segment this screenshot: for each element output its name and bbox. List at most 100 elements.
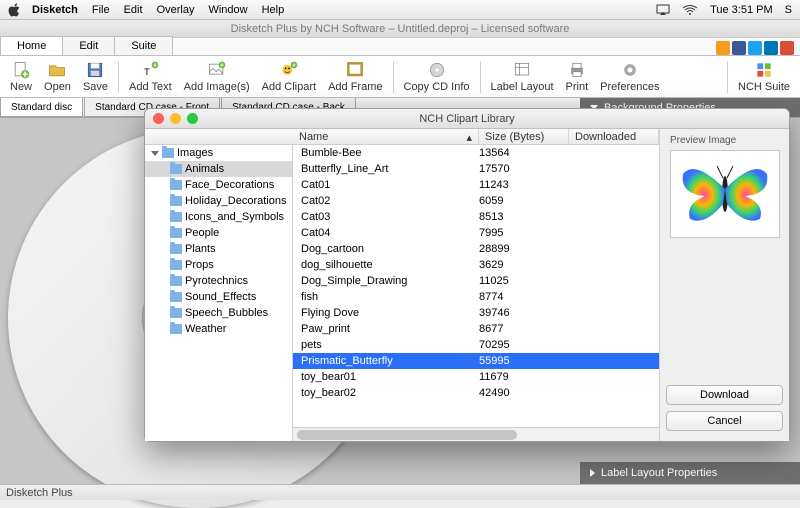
menu-overlay[interactable]: Overlay	[157, 4, 195, 16]
col-size[interactable]: Size (Bytes)	[479, 129, 569, 144]
menu-window[interactable]: Window	[208, 4, 247, 16]
folder-icon	[170, 324, 182, 334]
col-name[interactable]: Name ▴	[293, 129, 479, 144]
horizontal-scrollbar[interactable]	[293, 427, 659, 441]
open-button[interactable]: Open	[38, 57, 77, 97]
preferences-button[interactable]: Preferences	[594, 57, 665, 97]
tab-edit[interactable]: Edit	[62, 36, 115, 55]
menu-help[interactable]: Help	[262, 4, 285, 16]
apple-icon	[8, 3, 22, 17]
list-row[interactable]: Butterfly_Line_Art17570	[293, 161, 659, 177]
list-row[interactable]: Prismatic_Butterfly55995	[293, 353, 659, 369]
tab-suite[interactable]: Suite	[114, 36, 173, 55]
preview-panel: Preview Image Download Cancel	[659, 129, 789, 441]
facebook-icon[interactable]	[732, 41, 746, 55]
dialog-titlebar[interactable]: NCH Clipart Library	[145, 109, 789, 129]
app-menu[interactable]: Disketch	[32, 4, 78, 16]
add-clipart-button[interactable]: Add Clipart	[256, 57, 322, 97]
wifi-icon[interactable]	[682, 5, 698, 15]
tree-item[interactable]: Props	[145, 257, 292, 273]
tree-item[interactable]: Weather	[145, 321, 292, 337]
list-row[interactable]: dog_silhouette3629	[293, 257, 659, 273]
tree-item[interactable]: Pyrotechnics	[145, 273, 292, 289]
close-icon[interactable]	[153, 113, 164, 124]
save-button[interactable]: Save	[77, 57, 114, 97]
list-header[interactable]: Name ▴ Size (Bytes) Downloaded	[293, 129, 659, 145]
tree-item[interactable]: Sound_Effects	[145, 289, 292, 305]
tree-root[interactable]: Images	[145, 145, 292, 161]
list-row[interactable]: Bumble-Bee13564	[293, 145, 659, 161]
like-icon[interactable]	[716, 41, 730, 55]
folder-icon	[170, 228, 182, 238]
menu-file[interactable]: File	[92, 4, 110, 16]
list-row[interactable]: Cat047995	[293, 225, 659, 241]
folder-icon	[170, 244, 182, 254]
tree-item[interactable]: Animals	[145, 161, 292, 177]
window-title: Disketch Plus by NCH Software – Untitled…	[231, 23, 570, 35]
dialog-title: NCH Clipart Library	[145, 113, 789, 125]
nch-suite-button[interactable]: NCH Suite	[732, 57, 796, 97]
folder-icon	[170, 212, 182, 222]
list-row[interactable]: Dog_cartoon28899	[293, 241, 659, 257]
download-button[interactable]: Download	[666, 385, 783, 405]
list-row[interactable]: Cat038513	[293, 209, 659, 225]
tree-item[interactable]: Icons_and_Symbols	[145, 209, 292, 225]
list-row[interactable]: toy_bear0242490	[293, 385, 659, 401]
folder-icon	[170, 276, 182, 286]
twitter-icon[interactable]	[748, 41, 762, 55]
preview-image	[670, 150, 780, 238]
label-layout-header[interactable]: Label Layout Properties	[580, 462, 800, 484]
tree-item[interactable]: Face_Decorations	[145, 177, 292, 193]
toolbar: New Open Save TAdd Text Add Image(s) Add…	[0, 56, 800, 98]
menubar-clock[interactable]: Tue 3:51 PM	[710, 4, 773, 16]
menubar-user[interactable]: S	[785, 4, 792, 16]
copy-cd-button[interactable]: Copy CD Info	[398, 57, 476, 97]
folder-icon	[170, 292, 182, 302]
minimize-icon[interactable]	[170, 113, 181, 124]
clipart-library-dialog: NCH Clipart Library Images AnimalsFace_D…	[144, 108, 790, 442]
tree-item[interactable]: People	[145, 225, 292, 241]
tree-item[interactable]: Plants	[145, 241, 292, 257]
folder-icon	[170, 180, 182, 190]
file-list: Name ▴ Size (Bytes) Downloaded Bumble-Be…	[293, 129, 659, 441]
butterfly-icon	[675, 154, 775, 234]
status-text: Disketch Plus	[6, 487, 73, 499]
list-row[interactable]: pets70295	[293, 337, 659, 353]
svg-text:T: T	[144, 67, 150, 77]
linkedin-icon[interactable]	[764, 41, 778, 55]
folder-icon	[170, 196, 182, 206]
tree-header	[145, 129, 293, 145]
add-frame-button[interactable]: Add Frame	[322, 57, 388, 97]
doctab-disc[interactable]: Standard disc	[0, 98, 83, 117]
status-bar: Disketch Plus	[0, 484, 800, 500]
list-row[interactable]: Paw_print8677	[293, 321, 659, 337]
add-text-button[interactable]: TAdd Text	[123, 57, 178, 97]
gplus-icon[interactable]	[780, 41, 794, 55]
print-button[interactable]: Print	[560, 57, 595, 97]
tree-item[interactable]: Holiday_Decorations	[145, 193, 292, 209]
social-icons	[716, 41, 800, 55]
label-layout-button[interactable]: Label Layout	[485, 57, 560, 97]
tab-home[interactable]: Home	[0, 36, 63, 55]
list-row[interactable]: Cat0111243	[293, 177, 659, 193]
cancel-button[interactable]: Cancel	[666, 411, 783, 431]
tree-item[interactable]: Speech_Bubbles	[145, 305, 292, 321]
list-row[interactable]: Dog_Simple_Drawing11025	[293, 273, 659, 289]
folder-icon	[170, 308, 182, 318]
list-row[interactable]: Flying Dove39746	[293, 305, 659, 321]
list-row[interactable]: toy_bear0111679	[293, 369, 659, 385]
airplay-icon[interactable]	[656, 4, 670, 16]
list-row[interactable]: Cat026059	[293, 193, 659, 209]
category-tree[interactable]: Images AnimalsFace_DecorationsHoliday_De…	[145, 129, 293, 441]
zoom-icon[interactable]	[187, 113, 198, 124]
disclosure-icon[interactable]	[151, 151, 159, 156]
new-button[interactable]: New	[4, 57, 38, 97]
folder-icon	[170, 260, 182, 270]
preview-label: Preview Image	[666, 135, 736, 146]
folder-icon	[170, 164, 182, 174]
list-row[interactable]: fish8774	[293, 289, 659, 305]
menu-edit[interactable]: Edit	[124, 4, 143, 16]
col-downloaded[interactable]: Downloaded	[569, 129, 659, 144]
list-body[interactable]: Bumble-Bee13564Butterfly_Line_Art17570Ca…	[293, 145, 659, 427]
add-images-button[interactable]: Add Image(s)	[178, 57, 256, 97]
